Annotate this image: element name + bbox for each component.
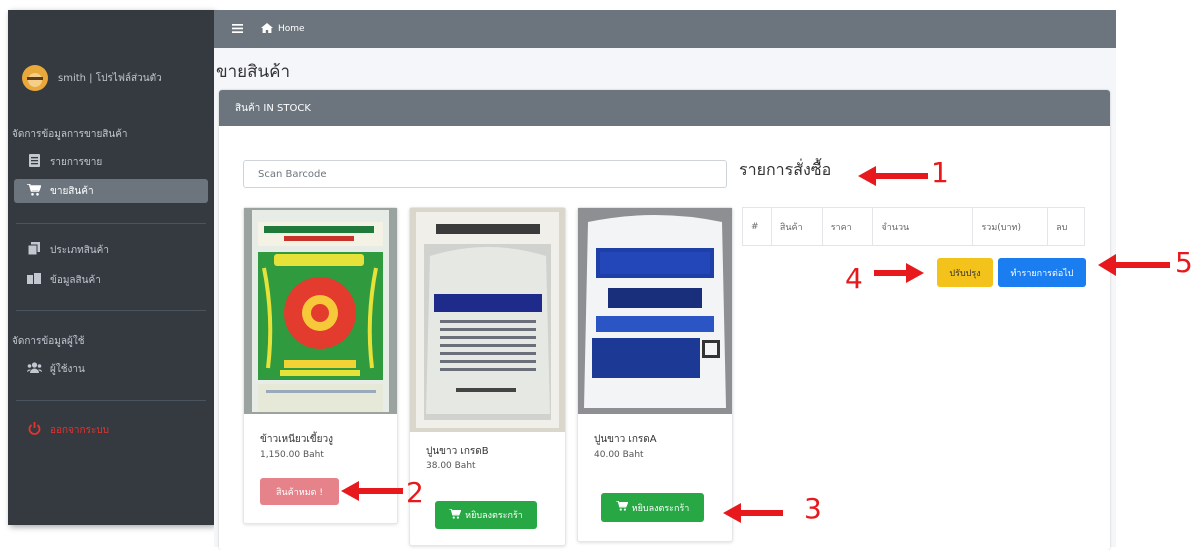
sidebar-item-category[interactable]: ประเภทสินค้า (14, 238, 208, 262)
order-title: รายการสั่งซื้อ (739, 160, 832, 179)
sidebar-item-label: รายการขาย (50, 156, 103, 168)
update-button[interactable]: ปรับปรุง (937, 258, 993, 287)
product-card: ปูนขาว เกรดA 40.00 Baht หยิบลงตระกร้า (577, 207, 733, 542)
home-link[interactable]: Home (278, 24, 305, 34)
annotation-arrow-left (723, 503, 783, 523)
sidebar-divider (16, 223, 206, 224)
user-profile-link[interactable]: smith | โปรไฟล์ส่วนตัว (22, 65, 162, 91)
column-header-price: ราคา (821, 207, 874, 246)
annotation-number: 1 (931, 156, 949, 189)
sidebar-item-label: ออกจากระบบ (50, 424, 110, 436)
order-table: # สินค้า ราคา จำนวน รวม(บาท) ลบ (742, 207, 1085, 246)
sidebar-item-label: ขายสินค้า (50, 185, 94, 197)
order-table-header: # สินค้า ราคา จำนวน รวม(บาท) ลบ (742, 207, 1085, 246)
product-price: 38.00 Baht (426, 461, 476, 471)
column-header-delete: ลบ (1047, 207, 1085, 246)
sidebar-item-logout[interactable]: ออกจากระบบ (14, 418, 208, 442)
document-icon (26, 154, 42, 170)
product-card: ข้าวเหนียวเขี้ยวงู 1,150.00 Baht สินค้าห… (243, 207, 398, 524)
barcode-input[interactable] (243, 160, 727, 188)
sidebar-item-sales-list[interactable]: รายการขาย (14, 150, 208, 174)
boxes-icon (26, 273, 42, 287)
card-header: สินค้า IN STOCK (219, 90, 1110, 126)
product-name: ข้าวเหนียวเขี้ยวงู (260, 434, 333, 445)
users-icon (26, 362, 42, 376)
sidebar-item-label: ประเภทสินค้า (50, 244, 109, 256)
product-name: ปูนขาว เกรดA (594, 434, 657, 445)
cart-icon (449, 507, 462, 522)
sidebar-divider (16, 400, 206, 401)
add-to-cart-button[interactable]: หยิบลงตระกร้า (601, 493, 704, 522)
product-image (578, 208, 732, 414)
top-navbar: Home (214, 10, 1116, 48)
product-name: ปูนขาว เกรดB (426, 446, 489, 457)
add-to-cart-label: หยิบลงตระกร้า (631, 503, 690, 514)
avatar (22, 65, 48, 91)
product-price: 1,150.00 Baht (260, 450, 324, 460)
product-image (244, 208, 397, 414)
column-header-quantity: จำนวน (872, 207, 974, 246)
product-card: ปูนขาว เกรดB 38.00 Baht หยิบลงตระกร้า (409, 207, 566, 546)
sidebar-section-users: จัดการข้อมูลผู้ใช้ (12, 336, 85, 347)
menu-icon[interactable] (232, 22, 243, 36)
cart-icon (26, 182, 42, 199)
card-title: สินค้า IN STOCK (235, 102, 311, 114)
copy-icon (26, 242, 42, 258)
column-header-number: # (742, 207, 772, 246)
sold-out-button[interactable]: สินค้าหมด ! (260, 478, 339, 505)
sidebar-item-label: ข้อมูลสินค้า (50, 274, 101, 286)
user-profile-label: smith | โปรไฟล์ส่วนตัว (58, 72, 162, 84)
annotation-number: 3 (804, 492, 822, 525)
sidebar-item-sell[interactable]: ขายสินค้า (14, 179, 208, 203)
home-icon[interactable] (261, 22, 273, 36)
sidebar-section-sales: จัดการข้อมูลการขายสินค้า (12, 129, 128, 140)
annotation-number: 2 (406, 476, 424, 509)
column-header-product: สินค้า (770, 207, 823, 246)
product-image (410, 208, 565, 432)
sidebar-item-users[interactable]: ผู้ใช้งาน (14, 357, 208, 381)
sidebar-item-label: ผู้ใช้งาน (50, 363, 85, 375)
sidebar: smith | โปรไฟล์ส่วนตัว จัดการข้อมูลการขา… (8, 10, 214, 525)
annotation-arrow-left (1098, 254, 1170, 276)
annotation-arrow-right (874, 263, 924, 283)
page-title: ขายสินค้า (216, 62, 291, 82)
cart-icon (615, 500, 629, 514)
product-price: 40.00 Baht (594, 450, 644, 460)
column-header-total: รวม(บาท) (972, 207, 1049, 246)
power-icon (26, 422, 42, 438)
add-to-cart-button[interactable]: หยิบลงตระกร้า (435, 501, 537, 529)
next-button[interactable]: ทำรายการต่อไป (998, 258, 1086, 287)
sidebar-item-products[interactable]: ข้อมูลสินค้า (14, 268, 208, 292)
annotation-arrow-left (858, 166, 928, 186)
add-to-cart-label: หยิบลงตระกร้า (465, 511, 523, 521)
annotation-number: 5 (1175, 246, 1193, 279)
annotation-number: 4 (845, 262, 863, 295)
sidebar-divider (16, 310, 206, 311)
annotation-arrow-left (341, 481, 403, 501)
